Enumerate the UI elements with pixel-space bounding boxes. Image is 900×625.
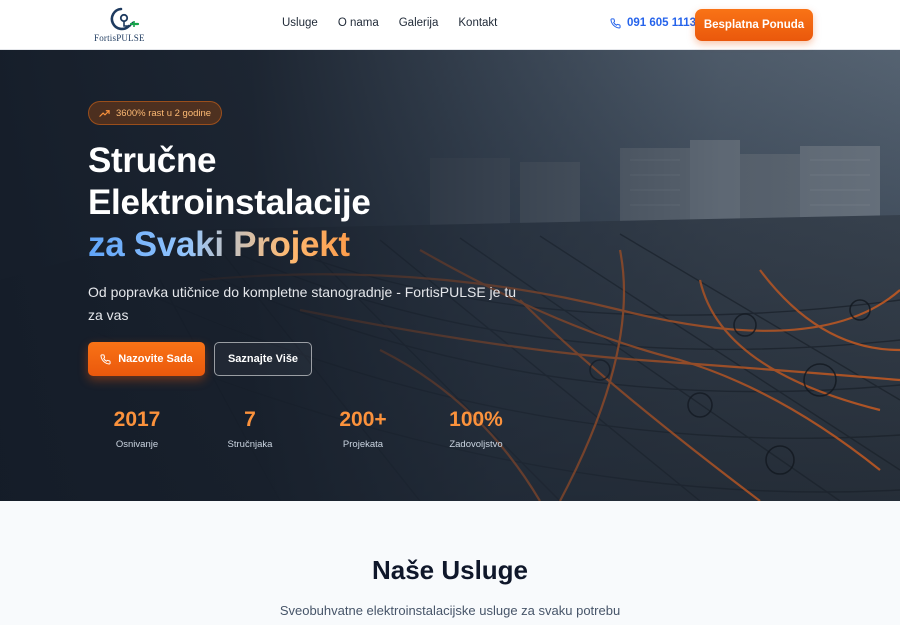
hero-title-highlight: za Svaki Projekt xyxy=(88,224,371,266)
call-now-button[interactable]: Nazovite Sada xyxy=(88,342,205,376)
learn-more-button[interactable]: Saznajte Više xyxy=(214,342,312,376)
brand-logo[interactable]: FortisPULSE xyxy=(93,6,153,44)
services-title: Naše Usluge xyxy=(371,555,529,585)
phone-icon xyxy=(100,353,111,365)
stat-label: Projekata xyxy=(342,439,384,450)
nav-phone-number: 091 605 1113 xyxy=(627,17,697,29)
stat-satisfaction: 100% Zadovoljstvo xyxy=(421,407,531,450)
phone-icon xyxy=(610,17,621,29)
stat-label: Stručnjaka xyxy=(227,439,273,450)
brand-logo-text: FortisPULSE xyxy=(94,33,145,43)
nav-link-usluge[interactable]: Usluge xyxy=(282,17,318,29)
hero-section: 3600% rast u 2 godine Stručne Elektroins… xyxy=(0,50,900,501)
services-section: Naše Usluge Sveobuhvatne elektroinstalac… xyxy=(0,501,900,625)
hero-subtitle: Od popravka utičnice do kompletne stanog… xyxy=(88,284,517,323)
services-subtitle: Sveobuhvatne elektroinstalacijske usluge… xyxy=(279,603,621,618)
stat-label: Zadovoljstvo xyxy=(449,439,503,450)
growth-badge-text: 3600% rast u 2 godine xyxy=(116,107,212,119)
hero-title: Stručne Elektroinstalacije za Svaki Proj… xyxy=(88,140,371,266)
nav-link-kontakt[interactable]: Kontakt xyxy=(458,17,497,29)
plug-logo-icon xyxy=(110,7,140,31)
hero-title-line-1: Stručne xyxy=(88,141,217,180)
nav-link-o-nama[interactable]: O nama xyxy=(338,17,379,29)
trending-up-icon xyxy=(99,109,110,117)
stat-value: 200+ xyxy=(339,408,387,431)
nav-links: Usluge O nama Galerija Kontakt xyxy=(282,17,497,29)
nav-link-galerija[interactable]: Galerija xyxy=(399,17,439,29)
growth-badge: 3600% rast u 2 godine xyxy=(88,101,223,125)
stat-founded: 2017 Osnivanje xyxy=(82,407,192,450)
stat-value: 7 xyxy=(244,408,256,431)
stat-value: 2017 xyxy=(113,408,161,431)
stat-label: Osnivanje xyxy=(115,439,159,450)
call-now-label: Nazovite Sada xyxy=(118,353,193,365)
nav-phone-link[interactable]: 091 605 1113 xyxy=(610,17,696,29)
stat-value: 100% xyxy=(449,408,503,431)
hero-title-line-2: Elektroinstalacije xyxy=(88,183,371,222)
stat-experts: 7 Stručnjaka xyxy=(195,407,305,450)
top-navigation: FortisPULSE Usluge O nama Galerija Konta… xyxy=(0,0,900,50)
stat-projects: 200+ Projekata xyxy=(308,407,418,450)
free-quote-button[interactable]: Besplatna Ponuda xyxy=(695,9,813,41)
